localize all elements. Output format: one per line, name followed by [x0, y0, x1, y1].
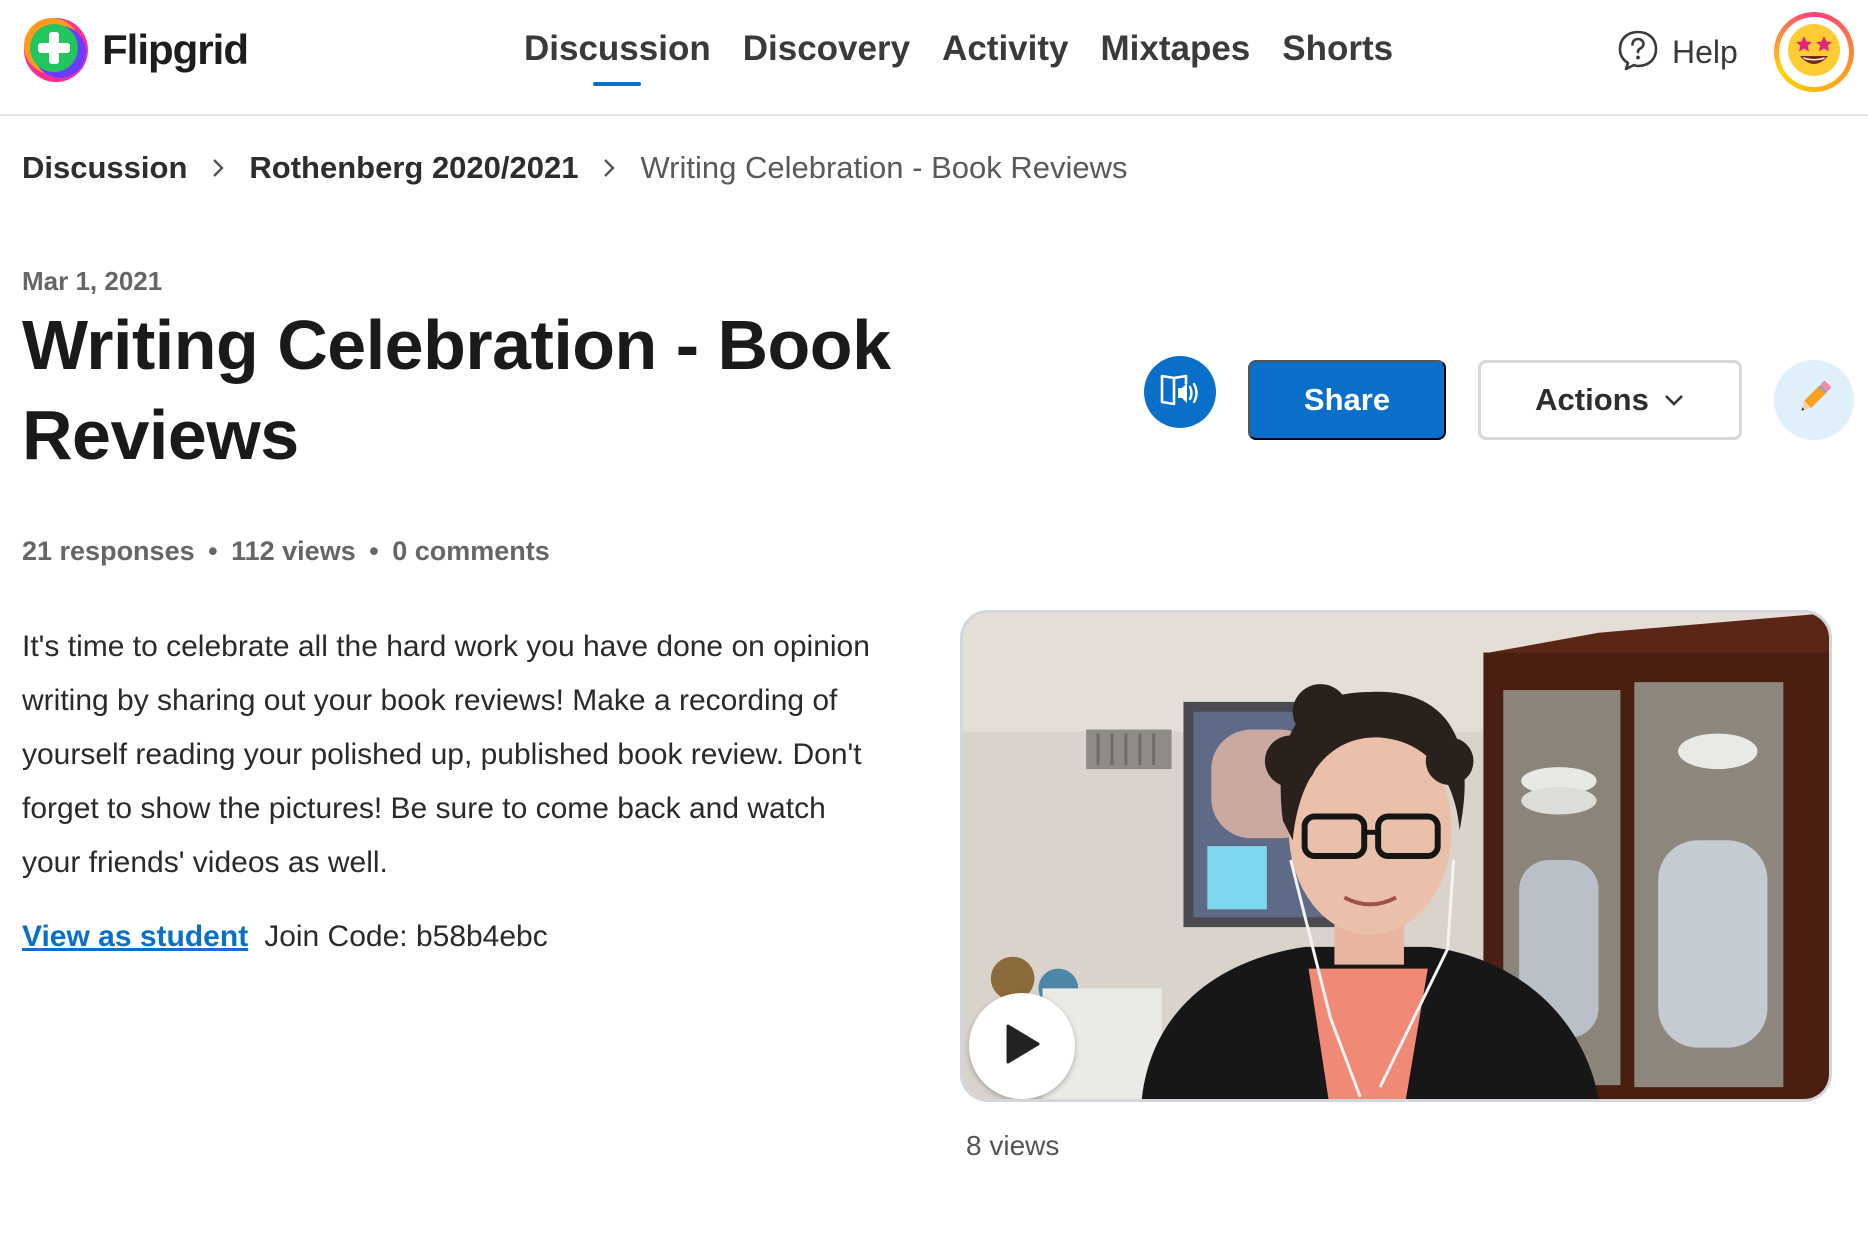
chevron-right-icon: [211, 157, 225, 179]
topic-video-player[interactable]: [960, 610, 1832, 1102]
user-avatar[interactable]: [1774, 12, 1854, 92]
nav-mixtapes[interactable]: Mixtapes: [1101, 28, 1251, 88]
breadcrumb-current-topic: Writing Celebration - Book Reviews: [640, 150, 1128, 185]
top-bar: Flipgrid Discussion Discovery Activity M…: [0, 0, 1868, 116]
comments-count: 0 comments: [392, 536, 550, 566]
chevron-right-icon: [602, 157, 616, 179]
nav-discussion[interactable]: Discussion: [524, 28, 711, 88]
main-nav: Discussion Discovery Activity Mixtapes S…: [524, 28, 1425, 88]
breadcrumb-grid[interactable]: Rothenberg 2020/2021: [249, 150, 578, 186]
help-label: Help: [1672, 34, 1738, 70]
immersive-reader-icon: [1158, 370, 1202, 415]
responses-count: 21 responses: [22, 536, 195, 566]
immersive-reader-button[interactable]: [1144, 356, 1216, 428]
actions-dropdown[interactable]: Actions: [1478, 360, 1742, 440]
page-title: Writing Celebration - Book Reviews: [22, 306, 891, 474]
pencil-icon: [1792, 376, 1836, 425]
help-button[interactable]: Help: [1616, 28, 1738, 77]
app-name: Flipgrid: [102, 26, 249, 73]
star-struck-emoji-icon: [1786, 22, 1842, 83]
topic-description: It's time to celebrate all the hard work…: [22, 630, 870, 879]
breadcrumb: Discussion Rothenberg 2020/2021 Writing …: [22, 150, 1128, 186]
chevron-down-icon: [1663, 393, 1685, 407]
topic-links: View as student Join Code: b58b4ebc: [22, 920, 548, 954]
share-button[interactable]: Share: [1248, 360, 1446, 440]
video-thumbnail: [963, 613, 1829, 1099]
play-button[interactable]: [969, 993, 1075, 1099]
play-icon: [1002, 1022, 1042, 1071]
stats-separator: •: [369, 536, 379, 566]
view-as-student-link[interactable]: View as student: [22, 920, 248, 954]
views-count: 112 views: [231, 536, 356, 566]
flipgrid-logo[interactable]: Flipgrid: [22, 16, 249, 84]
nav-shorts[interactable]: Shorts: [1282, 28, 1393, 88]
stats-separator: •: [208, 536, 218, 566]
join-code: Join Code: b58b4ebc: [264, 920, 548, 953]
edit-topic-button[interactable]: [1774, 360, 1854, 440]
flipgrid-logo-icon: [22, 16, 90, 84]
avatar-ring: [1779, 17, 1849, 87]
topic-stats: 21 responses • 112 views • 0 comments: [22, 536, 550, 567]
video-views-count: 8 views: [966, 1130, 1060, 1161]
nav-activity[interactable]: Activity: [942, 28, 1068, 88]
nav-discovery[interactable]: Discovery: [743, 28, 910, 88]
actions-label: Actions: [1535, 382, 1649, 417]
topic-date: Mar 1, 2021: [22, 266, 163, 296]
question-bubble-icon: [1616, 28, 1660, 77]
breadcrumb-discussion[interactable]: Discussion: [22, 150, 187, 186]
